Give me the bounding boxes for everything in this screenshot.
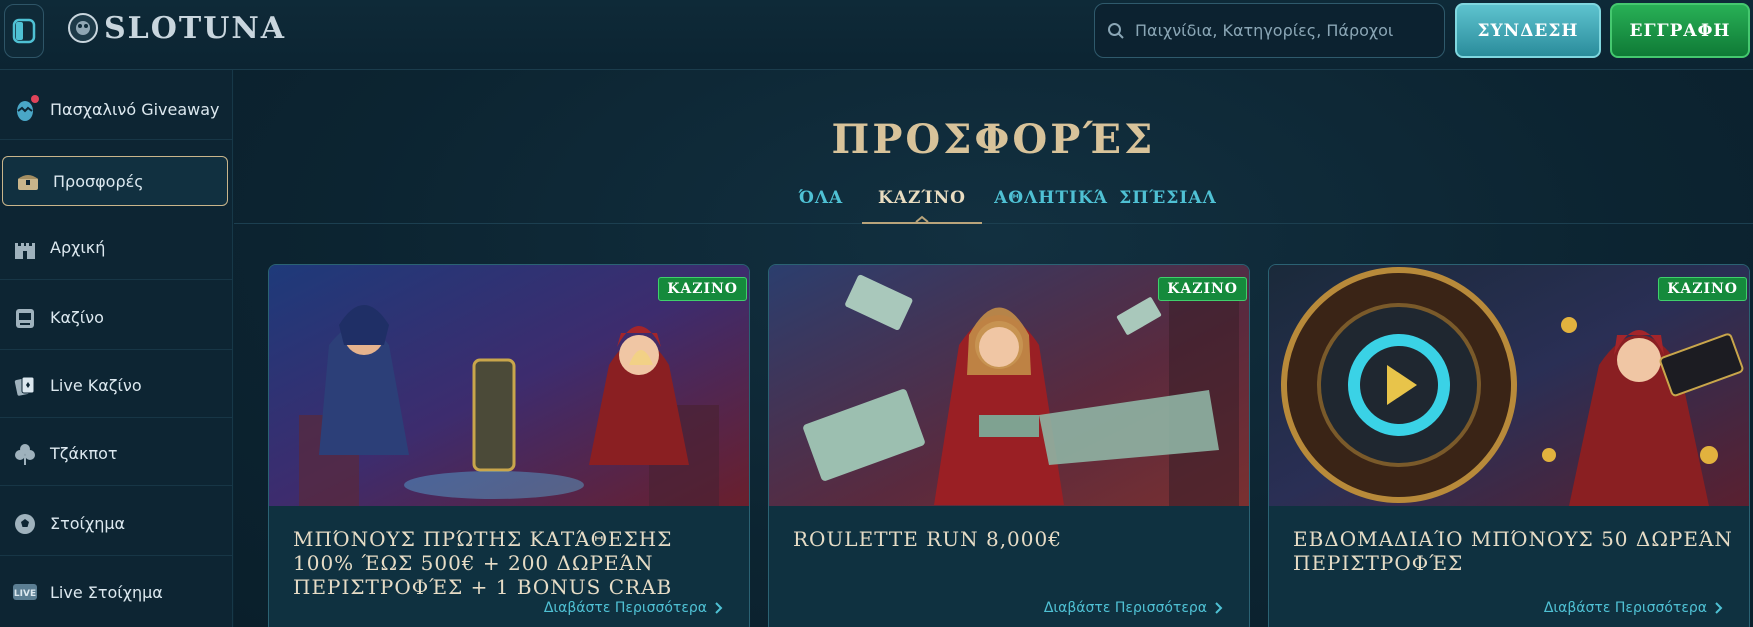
read-more-label: Διαβάστε Περισσότερα [1543, 600, 1707, 616]
promo-card-image [1269, 265, 1749, 506]
logo-emblem-icon [68, 13, 98, 43]
sidebar-item-label: Στοίχημα [50, 514, 126, 533]
chevron-right-icon [1215, 602, 1223, 614]
notification-dot [31, 94, 39, 103]
sidebar-item-home[interactable]: Αρχική [0, 216, 232, 280]
sidebar-item-label: Live Στοίχημα [50, 582, 163, 602]
logo-text: SLOTUNA [104, 10, 287, 46]
promo-card[interactable]: ΚΑΖΙΝΟ ROULETTE RUN 8,000€ Διαβάστε Περι… [768, 264, 1250, 627]
page-title: ΠΡΟΣΦΟΡΈΣ [831, 116, 1156, 163]
tab-all[interactable]: ΌΛΑ [786, 188, 856, 224]
sidebar-item-label: Προσφορές [53, 171, 144, 191]
chevron-right-icon [1715, 602, 1723, 614]
football-icon [12, 511, 38, 537]
read-more-label: Διαβάστε Περισσότερα [1043, 600, 1207, 616]
sidebar-item-live-casino[interactable]: Live Καζίνο [0, 354, 232, 418]
promo-tabs: ΌΛΑ ΚΑΖΊΝΟ ΑΘΛΗΤΙΚΆ ΣΠΈΣΙΑΛ [234, 188, 1753, 224]
tab-sports[interactable]: ΑΘΛΗΤΙΚΆ [994, 188, 1107, 224]
promo-card[interactable]: ΚΑΖΙΝΟ ΜΠΌΝΟΥΣ ΠΡΏΤΗΣ ΚΑΤΆΘΕΣΗΣ 100% ΈΩΣ… [268, 264, 750, 627]
main-content: ΠΡΟΣΦΟΡΈΣ ΌΛΑ ΚΑΖΊΝΟ ΑΘΛΗΤΙΚΆ ΣΠΈΣΙΑΛ ΚΑ… [234, 70, 1753, 627]
sidebar-item-easter-giveaway[interactable]: Πασχαλινό Giveaway [0, 80, 232, 140]
promo-card-image [269, 265, 749, 506]
register-button[interactable]: ΕΓΓΡΑΦΗ [1610, 3, 1750, 58]
tab-label: ΚΑΖΊΝΟ [878, 188, 966, 208]
sidebar-item-casino[interactable]: Καζίνο [0, 286, 232, 350]
read-more-link[interactable]: Διαβάστε Περισσότερα [544, 600, 723, 616]
top-header: SLOTUNA ΣΥΝΔΕΣΗ ΕΓΓΡΑΦΗ [0, 0, 1753, 70]
chevron-right-icon [715, 602, 723, 614]
tab-special[interactable]: ΣΠΈΣΙΑΛ [1118, 188, 1218, 224]
category-badge: ΚΑΖΙΝΟ [1658, 277, 1747, 301]
promo-card[interactable]: ΚΑΖΙΝΟ ΕΒΔΟΜΑΔΙΑΊΟ ΜΠΌΝΟΥΣ 50 ΔΩΡΕΆΝ ΠΕΡ… [1268, 264, 1750, 627]
read-more-label: Διαβάστε Περισσότερα [543, 600, 707, 616]
sidebar: Πασχαλινό Giveaway Προσφορές Αρχική Καζί… [0, 70, 233, 627]
promo-card-title: ROULETTE RUN 8,000€ [793, 527, 1062, 551]
treasure-chest-icon [15, 168, 41, 194]
promo-card-title: ΜΠΌΝΟΥΣ ΠΡΏΤΗΣ ΚΑΤΆΘΕΣΗΣ 100% ΈΩΣ 500€ +… [293, 527, 673, 599]
search-icon [1108, 22, 1124, 39]
sidebar-item-label: Πασχαλινό Giveaway [50, 100, 220, 119]
sidebar-toggle-button[interactable] [4, 4, 44, 58]
slot-machine-icon [12, 305, 38, 331]
sidebar-item-label: Αρχική [50, 238, 106, 257]
castle-icon [12, 235, 38, 261]
sidebar-item-live-betting[interactable]: LIVE Live Στοίχημα [0, 560, 232, 624]
sidebar-item-label: Live Καζίνο [50, 376, 142, 395]
sidebar-item-promotions[interactable]: Προσφορές [2, 156, 228, 206]
svg-text:LIVE: LIVE [14, 589, 36, 599]
clover-icon [12, 441, 38, 467]
sidebar-item-betting[interactable]: Στοίχημα [0, 492, 232, 556]
read-more-link[interactable]: Διαβάστε Περισσότερα [1044, 600, 1223, 616]
active-tab-caret-icon [915, 215, 929, 223]
sidebar-item-jackpot[interactable]: Τζάκποτ [0, 422, 232, 486]
tab-casino[interactable]: ΚΑΖΊΝΟ [862, 188, 982, 224]
promo-card-image [769, 265, 1249, 506]
category-badge: ΚΑΖΙΝΟ [1158, 277, 1247, 301]
search-input[interactable] [1135, 21, 1425, 40]
live-icon: LIVE [12, 579, 38, 605]
search-box[interactable] [1094, 3, 1445, 58]
cards-icon [12, 373, 38, 399]
promo-card-title: ΕΒΔΟΜΑΔΙΑΊΟ ΜΠΌΝΟΥΣ 50 ΔΩΡΕΆΝ ΠΕΡΙΣΤΡΟΦΈ… [1293, 527, 1733, 575]
read-more-link[interactable]: Διαβάστε Περισσότερα [1544, 600, 1723, 616]
sidebar-toggle-icon [12, 18, 36, 44]
category-badge: ΚΑΖΙΝΟ [658, 277, 747, 301]
login-button[interactable]: ΣΥΝΔΕΣΗ [1455, 3, 1601, 58]
egg-icon [12, 94, 39, 123]
logo[interactable]: SLOTUNA [66, 8, 286, 48]
sidebar-item-label: Καζίνο [50, 308, 104, 327]
sidebar-item-label: Τζάκποτ [50, 444, 118, 463]
